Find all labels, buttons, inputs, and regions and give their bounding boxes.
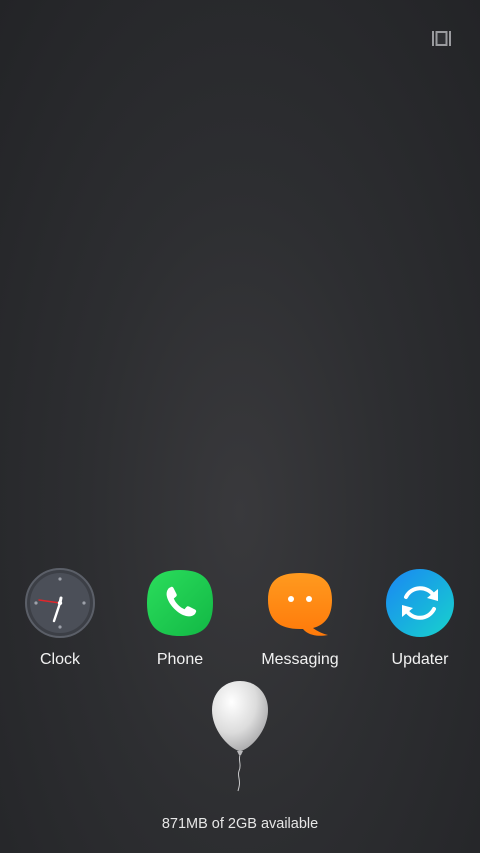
- app-messaging[interactable]: Messaging: [240, 567, 360, 677]
- app-clock[interactable]: Clock: [0, 567, 120, 677]
- phone-icon: [145, 568, 215, 638]
- dock-app-row: Clock Phone Messaging Updater: [0, 567, 480, 677]
- sync-icon: [385, 568, 455, 638]
- message-bubble-icon: [265, 568, 335, 638]
- app-updater[interactable]: Updater: [360, 567, 480, 677]
- app-label: Phone: [156, 651, 204, 668]
- multi-window-icon[interactable]: [432, 31, 451, 46]
- clock-icon: [25, 568, 95, 638]
- balloon-icon[interactable]: [208, 679, 272, 797]
- app-phone[interactable]: Phone: [120, 567, 240, 677]
- app-label: Updater: [391, 651, 449, 668]
- app-label: Messaging: [261, 651, 339, 668]
- app-label: Clock: [39, 651, 80, 668]
- memory-available-text: 871MB of 2GB available: [161, 816, 319, 832]
